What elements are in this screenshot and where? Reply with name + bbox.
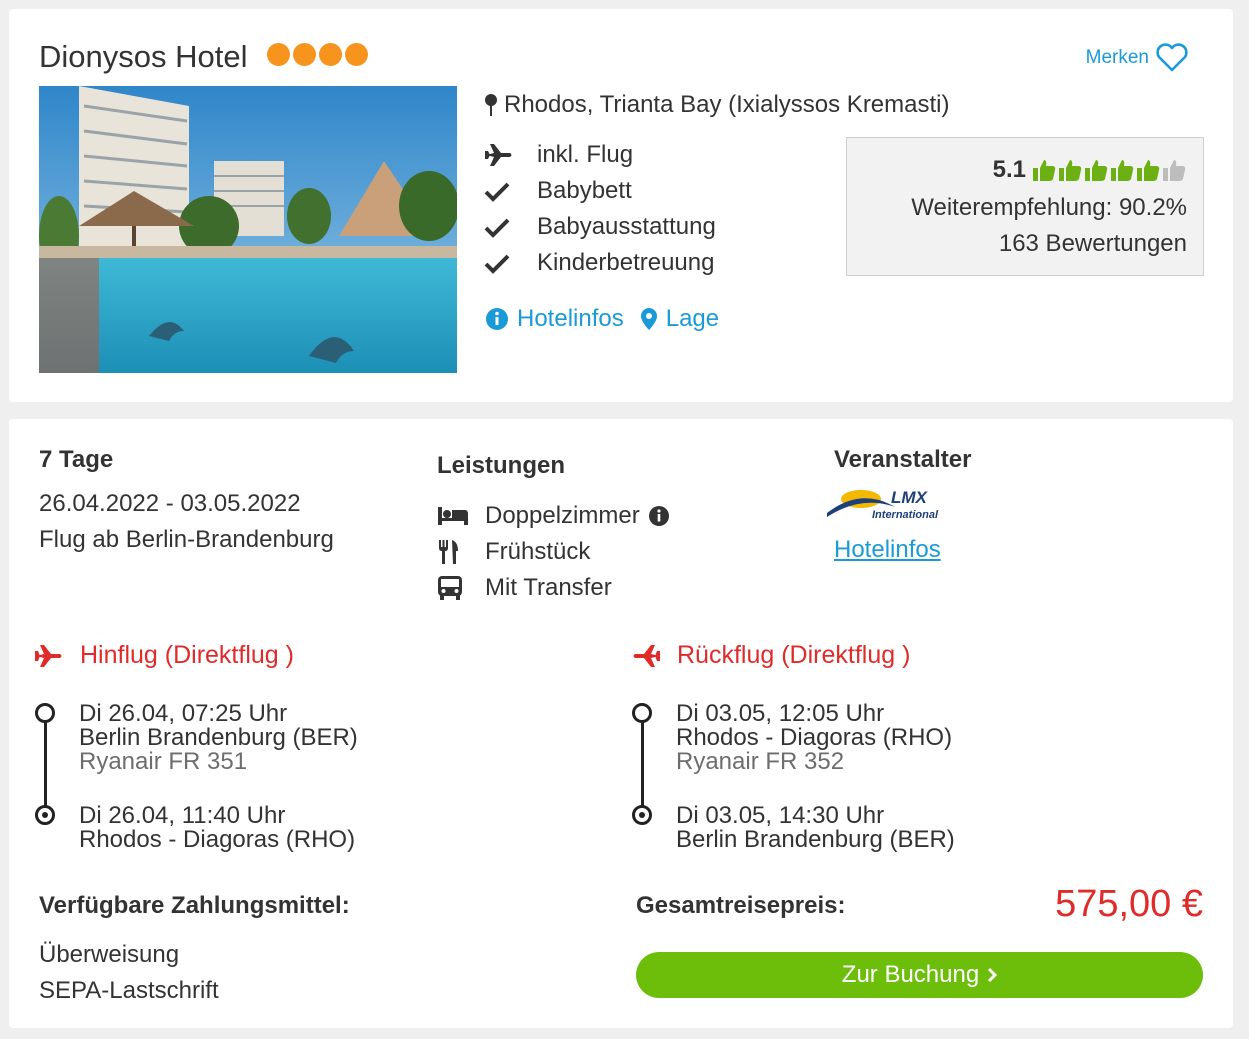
lage-label: Lage	[665, 305, 720, 332]
plane-icon	[633, 644, 660, 667]
arr-airport: Rhodos - Diagoras (RHO)	[79, 826, 356, 853]
location-text: Rhodos, Trianta Bay (Ixialyssos Kremasti…	[504, 91, 950, 118]
thumb-up-filled-icon	[1085, 160, 1108, 181]
thumb-up-filled-icon	[1033, 160, 1056, 181]
hotelinfos-link[interactable]: Hotelinfos	[485, 305, 624, 333]
check-icon	[484, 213, 520, 241]
arr-airport: Berlin Brandenburg (BER)	[676, 826, 955, 853]
hotelinfos-label: Hotelinfos	[517, 305, 624, 332]
cutlery-icon	[437, 538, 473, 566]
recommendation-text: Weiterempfehlung: 90.2%	[911, 194, 1187, 221]
return-heading: Rückflug (Direktflug )	[631, 641, 910, 670]
lage-link[interactable]: Lage	[640, 305, 719, 333]
timeline-start-dot	[35, 703, 55, 723]
plane-icon	[484, 141, 520, 169]
timeline-line	[43, 722, 47, 806]
star-icon	[319, 43, 342, 66]
timeline-start-dot	[632, 703, 652, 723]
check-icon	[484, 177, 520, 205]
hotel-card: Dionysos Hotel Merken Rhodos, Trianta Ba…	[9, 9, 1233, 402]
return-arrival: Di 03.05, 14:30 Uhr Berlin Brandenburg (…	[676, 804, 955, 852]
total-price-label: Gesamtreisepreis:	[636, 892, 846, 919]
thumb-up-filled-icon	[1059, 160, 1082, 181]
chevron-right-icon	[988, 967, 998, 983]
outbound-arrival: Di 26.04, 11:40 Uhr Rhodos - Diagoras (R…	[79, 804, 355, 852]
leistung-label: Doppelzimmer	[485, 502, 640, 529]
departure-airport: Flug ab Berlin-Brandenburg	[39, 526, 334, 553]
leistung-item: Doppelzimmer	[437, 502, 670, 530]
rating-thumbs	[1032, 158, 1187, 182]
payment-method: SEPA-Lastschrift	[39, 977, 219, 1004]
info-icon[interactable]	[648, 505, 670, 527]
info-icon	[486, 308, 508, 330]
outbound-title: Hinflug (Direktflug )	[80, 641, 294, 669]
feature-item: Kinderbetreuung	[484, 249, 714, 277]
timeline-line	[640, 722, 644, 806]
veranstalter-heading: Veranstalter	[834, 446, 972, 473]
timeline-end-dot	[632, 805, 652, 825]
arr-time: Di 03.05, 14:30 Uhr	[676, 802, 885, 829]
carrier: Ryanair FR 352	[676, 748, 845, 775]
merken-button[interactable]: Merken	[1086, 43, 1189, 73]
hotel-image[interactable]	[39, 86, 457, 373]
star-icon	[345, 43, 368, 66]
dep-airport: Rhodos - Diagoras (RHO)	[676, 724, 953, 751]
merken-label: Merken	[1085, 47, 1149, 68]
bed-icon	[437, 502, 473, 530]
leistung-item: Mit Transfer	[437, 574, 612, 602]
hotel-location: Rhodos, Trianta Bay (Ixialyssos Kremasti…	[484, 91, 950, 119]
payment-method: Überweisung	[39, 941, 180, 968]
dep-time: Di 26.04, 07:25 Uhr	[79, 700, 288, 727]
trip-dates: 26.04.2022 - 03.05.2022	[39, 490, 301, 517]
feature-label: inkl. Flug	[537, 141, 634, 168]
lmx-logo: LMX International	[825, 485, 955, 530]
star-icon	[267, 43, 290, 66]
total-price: 575,00 €	[1055, 883, 1203, 925]
leistung-item: Frühstück	[437, 538, 590, 566]
payment-heading: Verfügbare Zahlungsmittel:	[39, 892, 350, 919]
svg-text:LMX: LMX	[891, 488, 929, 507]
hotel-links: Hotelinfos Lage	[485, 305, 735, 333]
check-icon	[484, 249, 520, 277]
plane-icon	[35, 644, 62, 667]
bus-icon	[437, 574, 473, 602]
star-icon	[293, 43, 316, 66]
booking-button-label: Zur Buchung	[841, 961, 980, 988]
thumb-up-filled-icon	[1111, 160, 1134, 181]
trip-duration: 7 Tage	[39, 446, 114, 473]
map-pin-icon	[485, 94, 497, 116]
outbound-heading: Hinflug (Direktflug )	[34, 641, 294, 670]
hotel-name[interactable]: Dionysos Hotel	[39, 39, 247, 75]
return-title: Rückflug (Direktflug )	[677, 641, 911, 669]
leistungen-heading: Leistungen	[437, 452, 566, 479]
return-departure: Di 03.05, 12:05 Uhr Rhodos - Diagoras (R…	[676, 702, 952, 774]
rating-box[interactable]: 5.1 Weiterempfehlung: 90.2% 163 Bewertun…	[846, 137, 1204, 276]
svg-text:International: International	[872, 509, 939, 521]
timeline-end-dot	[35, 805, 55, 825]
carrier: Ryanair FR 351	[79, 748, 248, 775]
thumb-up-empty-icon	[1163, 160, 1186, 181]
booking-button[interactable]: Zur Buchung	[636, 952, 1203, 998]
feature-item: Babybett	[484, 177, 632, 205]
leistung-label: Mit Transfer	[485, 574, 612, 601]
feature-item: Babyausstattung	[484, 213, 716, 241]
feature-label: Babyausstattung	[537, 213, 716, 240]
rating-score-row: 5.1	[993, 156, 1187, 184]
feature-label: Babybett	[537, 177, 632, 204]
map-marker-icon	[640, 308, 657, 330]
offer-card: 7 Tage 26.04.2022 - 03.05.2022 Flug ab B…	[9, 419, 1233, 1028]
veranstalter-hotelinfos-link[interactable]: Hotelinfos	[834, 536, 941, 564]
heart-icon	[1156, 43, 1188, 72]
review-count: 163 Bewertungen	[998, 230, 1187, 257]
outbound-departure: Di 26.04, 07:25 Uhr Berlin Brandenburg (…	[79, 702, 358, 774]
feature-item: inkl. Flug	[484, 141, 633, 169]
thumb-up-filled-icon	[1137, 160, 1160, 181]
leistung-label: Frühstück	[485, 538, 591, 565]
feature-label: Kinderbetreuung	[537, 249, 715, 276]
dep-airport: Berlin Brandenburg (BER)	[79, 724, 358, 751]
rating-score: 5.1	[992, 156, 1026, 183]
hotel-stars	[267, 43, 368, 66]
arr-time: Di 26.04, 11:40 Uhr	[79, 802, 286, 829]
dep-time: Di 03.05, 12:05 Uhr	[676, 700, 885, 727]
